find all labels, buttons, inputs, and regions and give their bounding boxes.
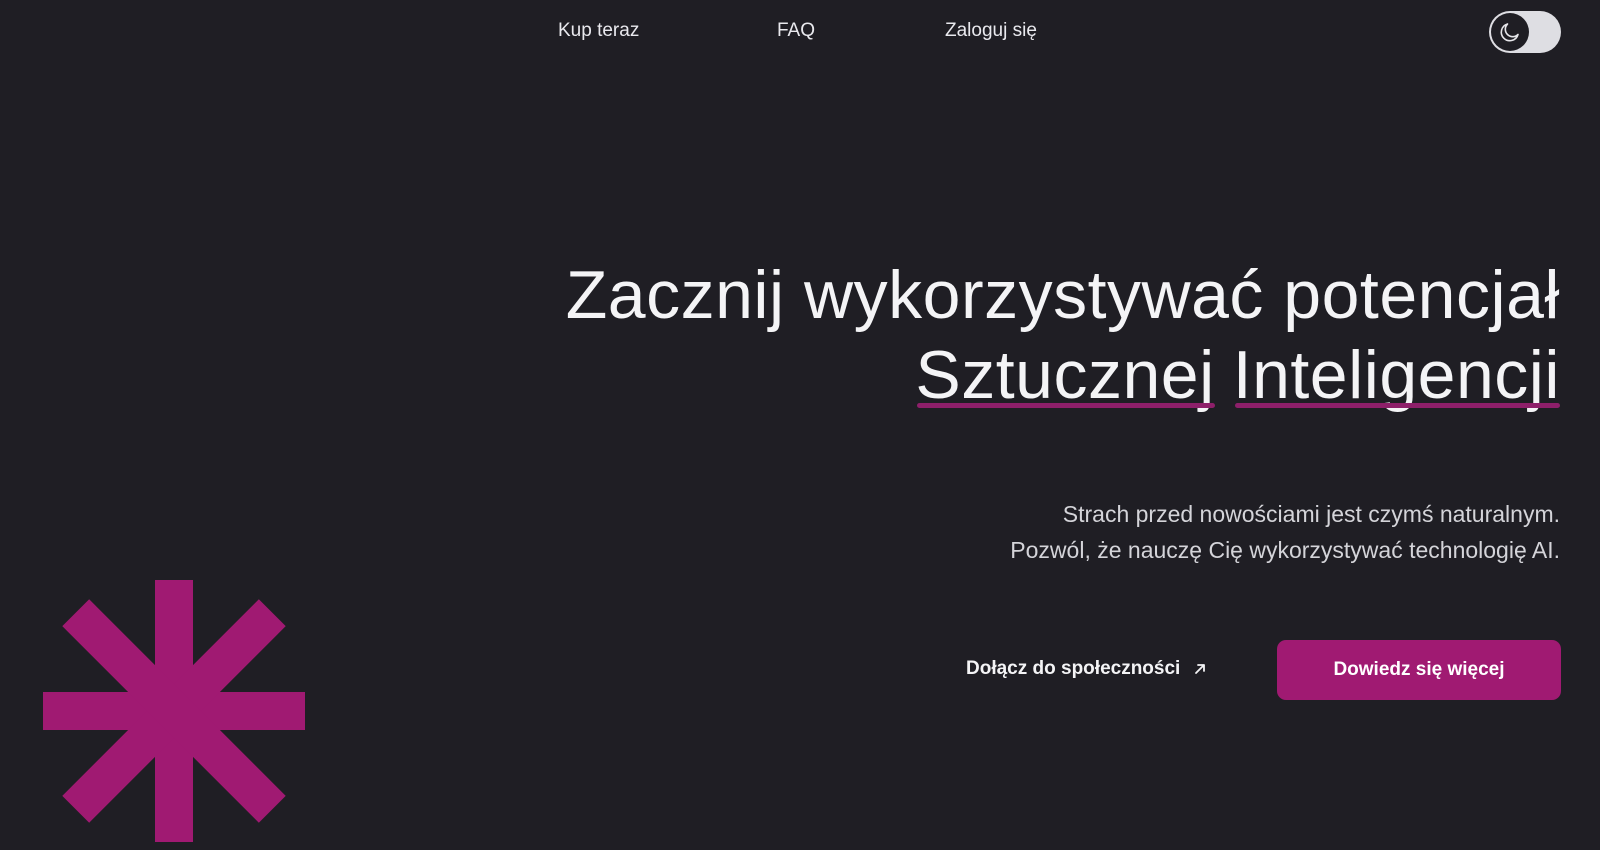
toggle-knob [1491,13,1529,51]
moon-icon [1500,23,1519,42]
arrow-up-right-icon [1195,664,1206,674]
hero-title: Zacznij wykorzystywać potencjał Sztuczne… [565,255,1561,415]
learn-more-button[interactable]: Dowiedz się więcej [1277,640,1561,700]
join-community-link[interactable]: Dołącz do społeczności [966,658,1208,680]
top-navigation: Kup teraz FAQ Zaloguj się [0,14,1600,48]
nav-link-faq[interactable]: FAQ [777,20,815,42]
underlined-word-inteligencji: Inteligencji [1232,337,1561,413]
underlined-word-sztucznej: Sztucznej [915,337,1215,413]
hero-title-line2: Sztucznej Inteligencji [566,335,1561,415]
asterisk-icon [43,580,305,842]
theme-toggle[interactable] [1489,11,1561,53]
hero-title-line1: Zacznij wykorzystywać potencjał [565,257,1560,333]
hero-subtitle-line2: Pozwól, że nauczę Cię wykorzystywać tech… [1010,537,1560,563]
nav-link-zaloguj[interactable]: Zaloguj się [945,20,1037,42]
join-community-label: Dołącz do społeczności [966,658,1181,679]
nav-link-kup-teraz[interactable]: Kup teraz [558,20,639,42]
hero-subtitle: Strach przed nowościami jest czymś natur… [1010,496,1560,568]
hero-subtitle-line1: Strach przed nowościami jest czymś natur… [1062,501,1560,527]
